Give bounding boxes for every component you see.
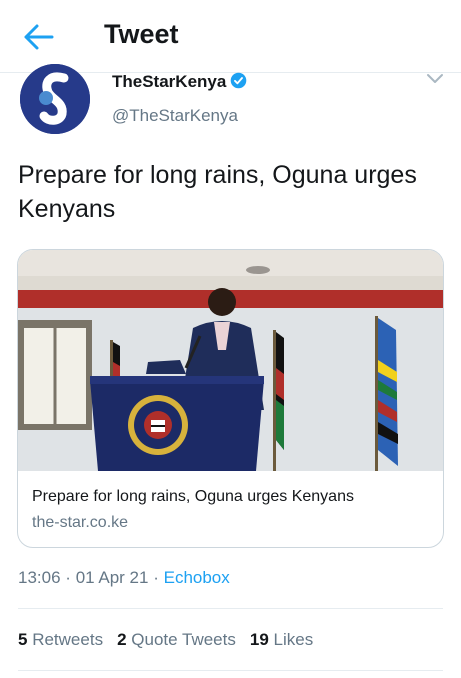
avatar[interactable] xyxy=(20,64,90,134)
card-domain: the-star.co.ke xyxy=(32,514,129,531)
tweet-source-link[interactable]: Echobox xyxy=(164,568,230,587)
tweet-date: 01 Apr 21 xyxy=(75,568,149,587)
quote-tweets-stat[interactable]: 2 Quote Tweets xyxy=(117,630,236,650)
likes-stat[interactable]: 19 Likes xyxy=(250,630,313,650)
tweet-text: Prepare for long rains, Oguna urges Keny… xyxy=(18,161,417,223)
tweet-time: 13:06 xyxy=(18,568,61,587)
card-title: Prepare for long rains, Oguna urges Keny… xyxy=(32,488,354,505)
back-arrow-icon[interactable] xyxy=(22,22,56,52)
link-card[interactable]: Prepare for long rains, Oguna urges Keny… xyxy=(17,249,444,548)
retweets-stat[interactable]: 5 Retweets xyxy=(18,630,103,650)
meta-separator: · xyxy=(153,568,159,587)
author-handle[interactable]: @TheStarKenya xyxy=(112,106,238,126)
tweet-metadata: 13:06 · 01 Apr 21 · Echobox xyxy=(18,568,230,588)
chevron-down-icon[interactable] xyxy=(426,72,444,86)
meta-separator: · xyxy=(65,568,71,587)
card-image xyxy=(18,250,443,471)
tweet-stats: 5 Retweets 2 Quote Tweets 19 Likes xyxy=(18,630,327,650)
author-name[interactable]: TheStarKenya xyxy=(112,72,247,92)
divider xyxy=(18,670,443,671)
verified-badge-icon xyxy=(231,72,247,89)
top-bar: Tweet xyxy=(0,0,461,73)
divider xyxy=(18,608,443,609)
page-title: Tweet xyxy=(104,19,179,49)
